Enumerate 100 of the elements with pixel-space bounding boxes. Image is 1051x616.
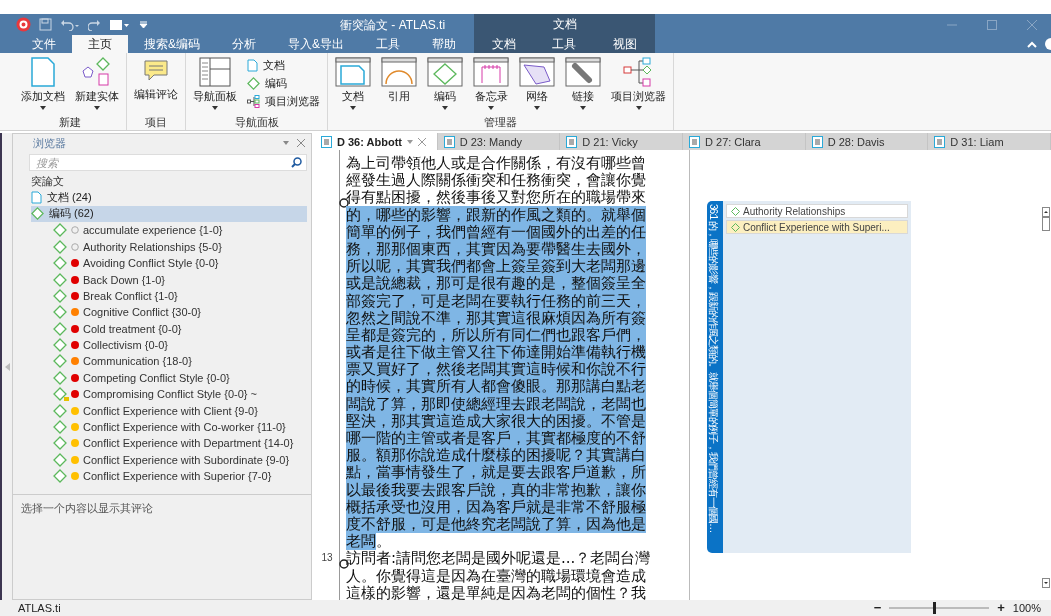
code-label[interactable]: Avoiding Conflict Style {0-0} xyxy=(83,257,219,270)
redo-icon[interactable] xyxy=(88,18,101,31)
code-label[interactable]: Communication {18-0} xyxy=(83,355,192,368)
search-field[interactable]: 搜索 xyxy=(29,154,307,171)
caret-icon xyxy=(283,141,289,145)
code-icon xyxy=(53,256,67,271)
document-text-line: 人。你覺得這是因為在臺灣的職場環境會造成 xyxy=(346,567,647,585)
ribbon-tab[interactable]: 分析 xyxy=(216,35,272,53)
ribbon-button[interactable]: 文档 xyxy=(332,55,374,112)
ribbon-button[interactable]: 项目浏览器 xyxy=(608,55,669,112)
code-label[interactable]: Conflict Experience with Co-worker {11-0} xyxy=(83,421,286,434)
ribbon-button[interactable]: 新建实体 xyxy=(72,55,122,112)
document-text-line: 訪問者:請問您老闆是國外呢還是...？老闆台灣 xyxy=(346,550,689,568)
ribbon-button[interactable]: 引用 xyxy=(378,55,420,106)
document-text-line: 這樣的影響，還是單純是因為老闆的個性？我 xyxy=(346,584,647,602)
code-label[interactable]: Authority Relationships {5-0} xyxy=(83,240,222,253)
code-label[interactable]: Competing Conflict Style {0-0} xyxy=(83,371,230,384)
ribbon-tab[interactable]: 文件 xyxy=(16,35,72,53)
ribbon-button[interactable]: 编辑评论 xyxy=(131,55,181,104)
comment-hint: 选择一个内容以显示其评论 xyxy=(21,502,153,515)
code-icon xyxy=(53,354,67,369)
ribbon-button[interactable]: 链接 xyxy=(562,55,604,112)
group-label: 管理器 xyxy=(483,115,518,130)
customize-icon[interactable] xyxy=(139,20,148,29)
ribbon-tab[interactable]: 搜索&编码 xyxy=(128,35,216,53)
group-label: 新建 xyxy=(58,115,82,130)
comment-marker-icon xyxy=(64,397,69,402)
ribbon-tab[interactable]: 主页 xyxy=(72,35,128,53)
save-icon[interactable] xyxy=(39,18,52,31)
code-icon xyxy=(53,469,67,484)
code-icon xyxy=(53,436,67,451)
undo-icon[interactable] xyxy=(60,18,80,31)
document-icon xyxy=(30,57,56,87)
code-label[interactable]: Cognitive Conflict {30-0} xyxy=(83,306,201,319)
document-manager-icon xyxy=(335,57,371,87)
document-tab[interactable]: D 36: Abbott xyxy=(315,133,438,150)
code-label[interactable]: Conflict Experience with Client {9-0} xyxy=(83,404,258,417)
code-icon xyxy=(53,288,67,303)
code-manager-icon xyxy=(427,57,463,87)
ribbon-tab[interactable]: 工具 xyxy=(360,35,417,53)
maximize-icon[interactable] xyxy=(987,19,997,30)
code-label[interactable]: Collectivism {0-0} xyxy=(83,339,168,352)
network-manager-icon xyxy=(519,57,555,87)
project-name[interactable]: 突論文 xyxy=(31,173,64,189)
panel-title: 浏览器 xyxy=(33,135,66,151)
ribbon-button[interactable]: 导航面板 xyxy=(190,55,240,112)
caret-icon xyxy=(407,139,413,144)
ribbon-button[interactable]: 网络 xyxy=(516,55,558,112)
empty-circle-icon xyxy=(71,242,79,251)
code-tag[interactable]: Authority Relationships xyxy=(726,204,908,218)
ribbon-button[interactable]: 编码 xyxy=(244,75,323,92)
scroll-up-icon[interactable] xyxy=(1042,207,1050,217)
help-icon[interactable] xyxy=(1045,38,1051,50)
scroll-down-icon[interactable] xyxy=(1042,578,1050,588)
close-icon[interactable] xyxy=(418,137,426,146)
code-icon xyxy=(53,370,67,385)
code-label[interactable]: Conflict Experience with Superior {7-0} xyxy=(83,470,272,483)
code-label[interactable]: accumulate experience {1-0} xyxy=(83,224,223,237)
code-label[interactable]: Cold treatment {0-0} xyxy=(83,322,182,335)
status-text: ATLAS.ti xyxy=(18,602,61,614)
caret-icon xyxy=(94,106,100,110)
code-icon xyxy=(53,305,67,320)
code-icon xyxy=(53,223,67,238)
close-icon[interactable] xyxy=(297,139,305,147)
quotation-bar[interactable]: 36:1 的，哪些的影響，跟新的作風之類的。就舉個簡單的例子，我們曾經有一個國… xyxy=(707,201,723,553)
app-logo-icon[interactable] xyxy=(16,17,31,32)
ribbon-tab[interactable]: 文档 xyxy=(476,35,533,53)
line-number: 13 xyxy=(320,550,334,565)
zoom-in-button[interactable]: + xyxy=(995,601,1007,615)
ribbon-button[interactable]: 文档 xyxy=(244,57,323,74)
tree-item[interactable]: 编码 (62) xyxy=(31,205,307,223)
ribbon-tab[interactable]: 导入&导出 xyxy=(272,35,361,53)
search-input[interactable]: 搜索 xyxy=(34,155,291,170)
code-label[interactable]: Compromising Conflict Style {0-0} ~ xyxy=(83,388,257,401)
ribbon-button[interactable]: 项目浏览器 xyxy=(244,93,323,110)
close-icon[interactable] xyxy=(1027,19,1037,30)
zoom-out-button[interactable]: − xyxy=(871,601,884,615)
ribbon-button[interactable]: 编码 xyxy=(424,55,466,112)
code-label[interactable]: Back Down {1-0} xyxy=(83,273,165,286)
document-icon xyxy=(811,135,823,148)
window-title: 衝突論文 - ATLAS.ti xyxy=(340,17,446,34)
ribbon-tab[interactable]: 视图 xyxy=(596,35,653,53)
document-icon xyxy=(689,135,700,148)
ribbon-tab[interactable]: 帮助 xyxy=(416,35,473,53)
group-label: 导航面板 xyxy=(233,115,280,130)
code-label[interactable]: Break Conflict {1-0} xyxy=(83,289,178,302)
ribbon-tab[interactable]: 工具 xyxy=(536,35,593,53)
code-label[interactable]: Conflict Experience with Subordinate {9-0} xyxy=(83,453,290,466)
code-tag[interactable]: Conflict Experience with Superi... xyxy=(726,220,908,234)
tree-item[interactable]: 文档 (24) xyxy=(31,189,307,206)
document-icon xyxy=(934,135,946,148)
view-menu-icon[interactable] xyxy=(109,18,131,31)
scroll-thumb-icon[interactable] xyxy=(1042,217,1050,231)
collapse-ribbon-icon[interactable] xyxy=(1027,40,1037,48)
ribbon-button[interactable]: 备忘录 xyxy=(470,55,512,112)
search-icon[interactable] xyxy=(291,157,302,168)
ribbon-button[interactable]: 添加文档 xyxy=(18,55,68,112)
code-icon xyxy=(53,321,67,336)
code-icon xyxy=(53,338,67,353)
code-label[interactable]: Conflict Experience with Department {14-0} xyxy=(83,437,294,450)
